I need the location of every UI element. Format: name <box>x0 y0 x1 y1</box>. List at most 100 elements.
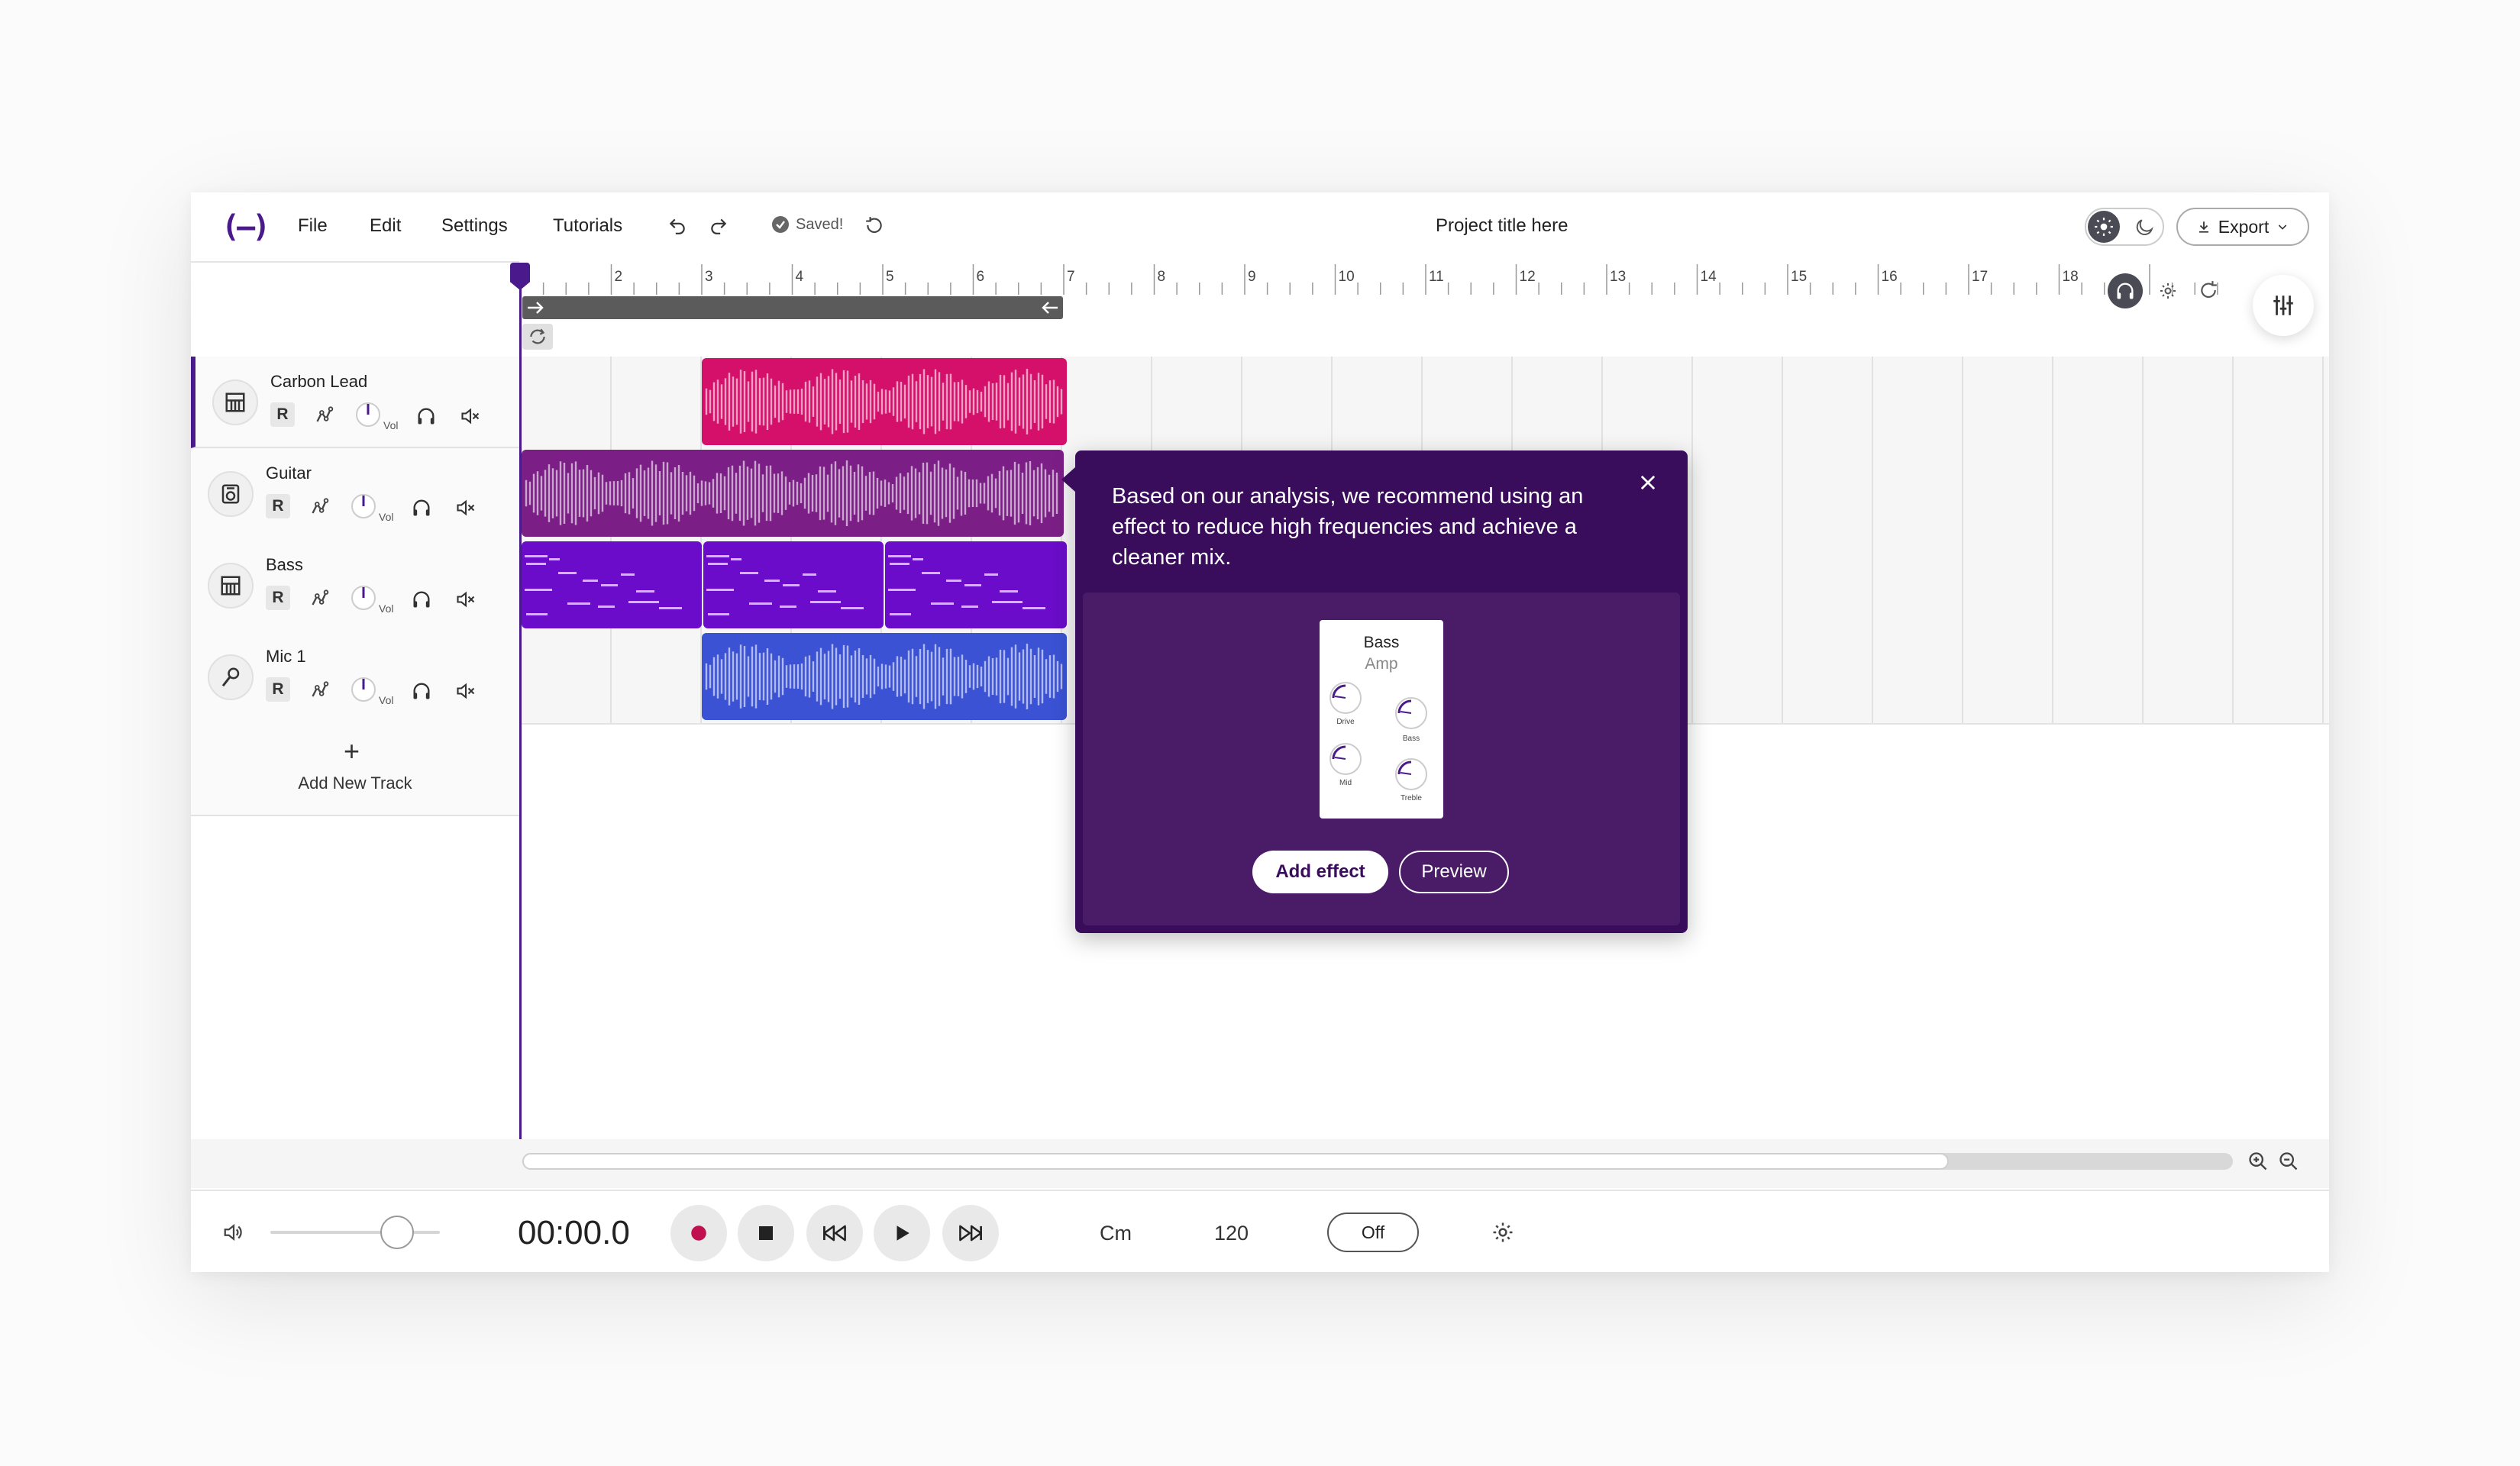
loop-add-button[interactable] <box>522 324 553 350</box>
track-header[interactable]: Carbon Lead R Vol <box>191 357 519 448</box>
undo-icon[interactable] <box>664 212 690 238</box>
app-logo[interactable]: (—) <box>221 209 270 244</box>
volume-knob[interactable] <box>350 584 377 612</box>
mixer-button[interactable] <box>2253 275 2314 336</box>
mute-icon[interactable] <box>452 677 480 705</box>
record-arm-button[interactable]: R <box>266 677 290 702</box>
mute-icon[interactable] <box>452 494 480 521</box>
scrollbar-thumb[interactable] <box>522 1153 1949 1170</box>
headphones-icon[interactable] <box>408 494 435 521</box>
record-button[interactable] <box>670 1205 727 1261</box>
menu-settings[interactable]: Settings <box>441 215 508 237</box>
rewind-button[interactable] <box>806 1205 863 1261</box>
midi-notes <box>706 555 864 615</box>
preview-button[interactable]: Preview <box>1399 851 1509 893</box>
menu-file[interactable]: File <box>298 215 328 237</box>
zoom-out-icon[interactable] <box>2276 1148 2302 1174</box>
track-name[interactable]: Guitar <box>266 463 312 483</box>
track-header[interactable]: Bass R Vol <box>191 540 519 633</box>
automation-icon[interactable] <box>307 586 334 613</box>
volume-knob[interactable] <box>350 492 377 520</box>
record-arm-button[interactable]: R <box>266 494 290 518</box>
bass-amp-card[interactable]: Bass Amp Drive Bass Mid Treble <box>1320 620 1443 819</box>
export-button[interactable]: Export <box>2176 208 2309 246</box>
track-header[interactable]: Mic 1 R Vol <box>191 631 519 725</box>
midi-clip-bass[interactable] <box>522 541 702 628</box>
mute-icon[interactable] <box>452 586 480 613</box>
loop-refresh-icon[interactable] <box>2195 276 2222 304</box>
sun-icon[interactable] <box>2088 211 2120 243</box>
redo-icon[interactable] <box>706 212 732 238</box>
loop-icon <box>530 328 545 344</box>
audio-clip-mic-1[interactable] <box>702 633 1067 720</box>
audio-clip-guitar[interactable] <box>522 450 1064 537</box>
master-volume-thumb[interactable] <box>380 1216 414 1249</box>
amp-icon[interactable] <box>208 471 254 517</box>
track-name[interactable]: Bass <box>266 555 303 575</box>
automation-icon[interactable] <box>307 677 334 705</box>
audio-clip-carbon-lead[interactable] <box>702 358 1067 445</box>
fast-forward-button[interactable] <box>942 1205 999 1261</box>
mute-icon[interactable] <box>457 402 484 430</box>
treble-knob[interactable] <box>1393 756 1430 793</box>
track-name[interactable]: Mic 1 <box>266 647 306 667</box>
play-button[interactable] <box>874 1205 930 1261</box>
moon-icon[interactable] <box>2129 212 2160 243</box>
master-volume-slider[interactable] <box>270 1231 440 1234</box>
ruler-mark: 17 <box>1972 269 1989 285</box>
record-icon <box>691 1225 706 1241</box>
volume-knob[interactable] <box>354 401 382 428</box>
ruler-mark: 13 <box>1610 269 1627 285</box>
automation-icon[interactable] <box>312 402 339 430</box>
close-icon[interactable] <box>1633 467 1663 498</box>
ruler-mark: 18 <box>2062 269 2079 285</box>
add-new-track-button[interactable]: + Add New Track <box>191 723 519 816</box>
settings-gear-icon[interactable] <box>1489 1219 1517 1246</box>
headphones-monitor-icon[interactable] <box>2108 273 2143 308</box>
menu-edit[interactable]: Edit <box>370 215 401 237</box>
gear-icon[interactable] <box>2155 278 2181 304</box>
ruler-mark: 6 <box>976 269 985 285</box>
ruler-mark: 8 <box>1157 269 1166 285</box>
headphones-icon[interactable] <box>408 677 435 705</box>
track-list: Carbon Lead R Vol Guitar R Vol Bass R Vo… <box>191 357 521 1143</box>
loop-region-bar[interactable] <box>522 296 1063 319</box>
metronome-toggle[interactable]: Off <box>1327 1213 1419 1252</box>
ruler-mark: 14 <box>1700 269 1717 285</box>
midi-notes <box>888 555 1045 615</box>
tempo-display[interactable]: 120 <box>1214 1222 1249 1245</box>
arrow-left-icon[interactable] <box>1039 296 1061 319</box>
volume-knob[interactable] <box>350 676 377 703</box>
arrow-right-icon[interactable] <box>524 296 547 319</box>
midi-clip-bass[interactable] <box>885 541 1067 628</box>
theme-toggle[interactable] <box>2085 208 2164 246</box>
history-icon[interactable] <box>861 212 887 238</box>
track-header[interactable]: Guitar R Vol <box>191 448 519 541</box>
saved-label: Saved! <box>796 215 844 233</box>
record-arm-button[interactable]: R <box>266 586 290 610</box>
microphone-icon[interactable] <box>208 654 254 700</box>
key-display[interactable]: Cm <box>1100 1222 1132 1245</box>
speaker-icon[interactable] <box>220 1219 247 1246</box>
volume-label: Vol <box>379 694 394 706</box>
waveform <box>525 460 1058 526</box>
automation-icon[interactable] <box>307 494 334 521</box>
record-arm-button[interactable]: R <box>270 402 295 427</box>
midi-clip-bass[interactable] <box>703 541 884 628</box>
headphones-icon[interactable] <box>412 402 440 430</box>
ruler-mark: 12 <box>1519 269 1536 285</box>
stop-button[interactable] <box>738 1205 794 1261</box>
drive-knob[interactable] <box>1327 680 1364 716</box>
bass-knob[interactable] <box>1393 695 1430 731</box>
zoom-in-icon[interactable] <box>2245 1148 2271 1174</box>
mid-knob[interactable] <box>1327 741 1364 777</box>
keyboard-icon[interactable] <box>212 379 258 425</box>
headphones-icon[interactable] <box>408 586 435 613</box>
project-title[interactable]: Project title here <box>1436 215 1568 237</box>
volume-label: Vol <box>379 511 394 523</box>
add-effect-button[interactable]: Add effect <box>1252 851 1388 893</box>
menu-tutorials[interactable]: Tutorials <box>553 215 622 237</box>
save-status: Saved! <box>771 215 843 234</box>
track-name[interactable]: Carbon Lead <box>270 372 367 392</box>
keyboard-icon[interactable] <box>208 563 254 609</box>
